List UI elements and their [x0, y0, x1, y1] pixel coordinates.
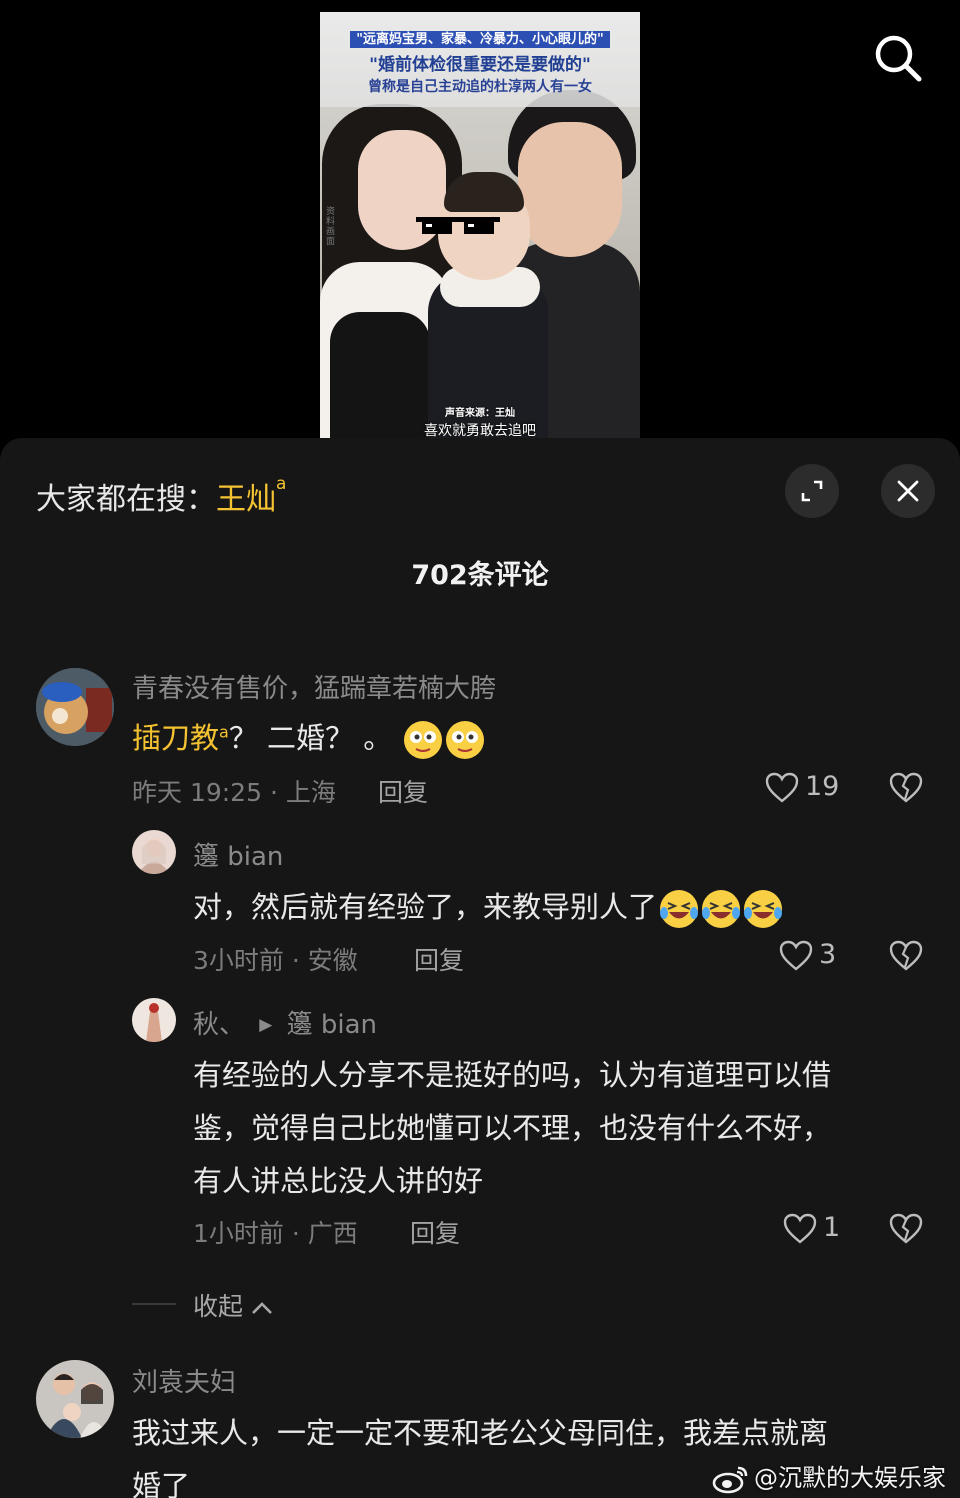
like-button[interactable]: 19	[765, 771, 855, 808]
avatar[interactable]	[132, 998, 176, 1042]
reply-to-username[interactable]: 籩 bian	[287, 1010, 377, 1040]
close-button[interactable]	[881, 464, 935, 518]
comment-link-text: 插刀教	[132, 721, 220, 755]
video-sound-source: 声音来源：王灿	[445, 408, 515, 419]
comment-text: 插刀教𝖺？ 二婚？ 。	[132, 715, 485, 760]
hot-search-term[interactable]: 王灿	[216, 482, 276, 517]
comments-panel: 大家都在搜：王灿𝖺 702条评论 青春没有售价，猛踹章若楠大胯 插刀教𝖺？ 二婚…	[0, 438, 960, 1498]
reply-button[interactable]: 回复	[378, 773, 428, 809]
comment-time-location: 昨天 19:25 · 上海	[132, 778, 336, 807]
video-side-text: 资料画面	[326, 207, 336, 247]
search-icon[interactable]	[872, 32, 924, 84]
reply-button[interactable]: 回复	[410, 1214, 460, 1250]
avatar-family-image	[36, 1360, 114, 1438]
hot-search-prefix: 大家都在搜：	[36, 482, 216, 517]
watermark: @沉默的大娱乐家	[712, 1458, 946, 1494]
broken-heart-icon[interactable]	[889, 940, 923, 972]
broken-heart-icon[interactable]	[889, 772, 923, 804]
expand-icon	[801, 480, 823, 502]
comment-time-location: 3小时前 · 安徽	[193, 946, 358, 975]
video-caption-line2: "婚前体检很重要还是要做的"	[369, 55, 591, 75]
comment-text-line: 我过来人，一定一定不要和老公父母同住，我差点就离	[132, 1416, 829, 1450]
comment-username[interactable]: 刘袁夫妇	[132, 1362, 236, 1399]
video-frame[interactable]: "远离妈宝男、家暴、冷暴力、小心眼儿的" "婚前体检很重要还是要做的" 曾称是自…	[320, 12, 640, 440]
like-button[interactable]: 1	[783, 1212, 853, 1249]
video-caption-line1-text: "远离妈宝男、家暴、冷暴力、小心眼儿的"	[350, 31, 610, 48]
comment-text-line: 有经验的人分享不是挺好的吗，认为有道理可以借	[193, 1058, 832, 1092]
video-caption-line1: "远离妈宝男、家暴、冷暴力、小心眼儿的"	[320, 28, 640, 48]
video-caption-block: "远离妈宝男、家暴、冷暴力、小心眼儿的" "婚前体检很重要还是要做的" 曾称是自…	[320, 12, 640, 107]
comment-text-line: 有人讲总比没人讲的好	[193, 1164, 484, 1198]
comment-text-body: 对，然后就有经验了，来教导别人了	[193, 890, 658, 924]
collapse-replies-button[interactable]: 收起	[193, 1287, 273, 1323]
dizzy-face-emoji-icon	[446, 721, 485, 759]
video-figure-baby-hair	[444, 172, 524, 212]
comment-time-location: 1小时前 · 广西	[193, 1219, 358, 1248]
avatar[interactable]	[132, 830, 176, 874]
chevron-up-icon	[252, 1302, 272, 1314]
hot-search-bar[interactable]: 大家都在搜：王灿𝖺	[36, 474, 286, 518]
comment-search-link[interactable]: 插刀教𝖺	[132, 721, 229, 755]
collapse-label: 收起	[193, 1292, 244, 1321]
pixel-sunglasses-icon	[416, 217, 500, 234]
like-button[interactable]: 3	[779, 939, 859, 976]
heart-icon	[765, 772, 799, 803]
comment-text-rest: ？ 二婚？ 。	[228, 721, 393, 755]
like-count: 3	[819, 939, 837, 970]
broken-heart-icon[interactable]	[889, 1213, 923, 1245]
heart-icon	[779, 940, 813, 971]
comment-count: 702条评论	[411, 560, 549, 591]
reply-button[interactable]: 回复	[414, 941, 464, 977]
avatar-image	[132, 830, 176, 874]
avatar-image	[132, 998, 176, 1042]
like-count: 1	[823, 1212, 841, 1243]
comment-username[interactable]: 籩 bian	[193, 836, 283, 873]
video-figure-man-face	[518, 122, 622, 257]
comment-username-text: 秋、	[193, 1010, 246, 1040]
close-icon	[897, 480, 919, 502]
video-player[interactable]: "远离妈宝男、家暴、冷暴力、小心眼儿的" "婚前体检很重要还是要做的" 曾称是自…	[0, 0, 960, 470]
avatar-dog-image	[36, 668, 114, 746]
comment-text: 对，然后就有经验了，来教导别人了	[193, 884, 783, 929]
small-search-icon: 𝖺	[276, 474, 287, 494]
play-arrow-icon: ▶	[259, 1015, 273, 1035]
avatar[interactable]	[36, 668, 114, 746]
laughing-crying-emoji-icon	[660, 890, 699, 928]
weibo-icon	[712, 1466, 748, 1494]
comment-username[interactable]: 秋、 ▶ 籩 bian	[193, 1004, 377, 1041]
comment-text-line: 鉴，觉得自己比她懂可以不理，也没有什么不好，	[193, 1111, 832, 1145]
comment-username[interactable]: 青春没有售价，猛踹章若楠大胯	[132, 668, 496, 705]
collapse-divider	[132, 1303, 176, 1305]
watermark-text: @沉默的大娱乐家	[754, 1464, 946, 1492]
heart-icon	[783, 1213, 817, 1244]
expand-button[interactable]	[785, 464, 839, 518]
laughing-crying-emoji-icon	[702, 890, 741, 928]
comment-text-line: 婚了	[132, 1469, 191, 1498]
video-subtitle: 喜欢就勇敢去追吧	[424, 423, 536, 439]
video-caption-line3: 曾称是自己主动追的杜淳两人有一女	[368, 79, 592, 95]
small-search-icon: 𝖺	[219, 722, 229, 742]
laughing-crying-emoji-icon	[744, 890, 783, 928]
like-count: 19	[805, 771, 840, 802]
dizzy-face-emoji-icon	[404, 721, 443, 759]
avatar[interactable]	[36, 1360, 114, 1438]
